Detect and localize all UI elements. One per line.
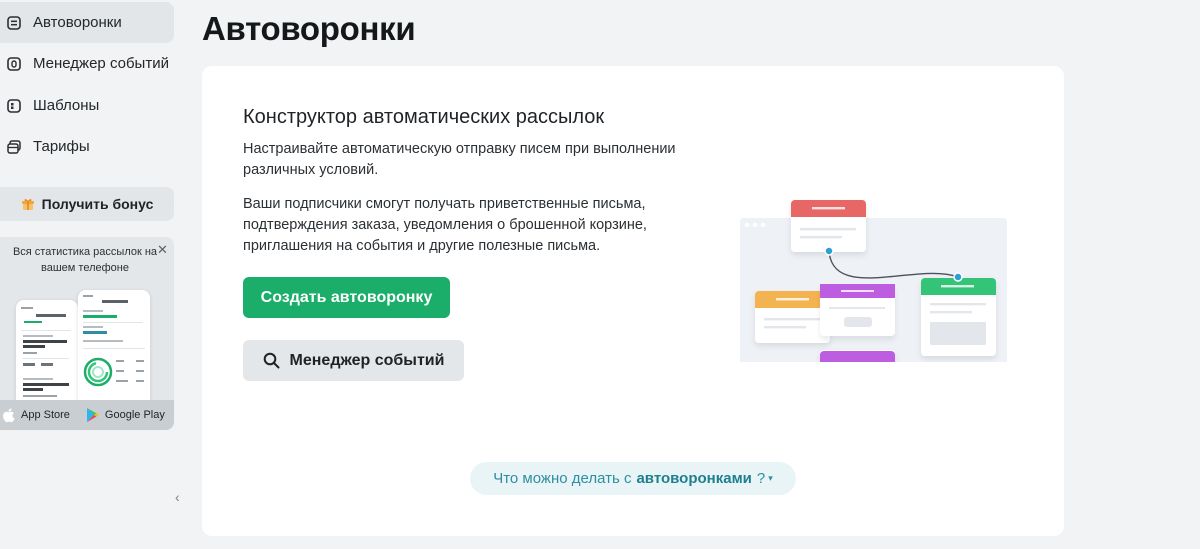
promo-text: Вся статистика рассылок на вашем телефон… xyxy=(12,246,158,274)
search-icon xyxy=(263,352,280,369)
create-autofunnel-button[interactable]: Создать автоворонку xyxy=(243,277,450,318)
help-prefix: Что можно делать с xyxy=(493,470,632,487)
store-links: App Store Google Play xyxy=(0,400,174,430)
template-icon xyxy=(7,98,21,113)
google-play-label: Google Play xyxy=(104,409,165,421)
sidebar-item-label: Автоворонки xyxy=(33,14,122,31)
funnel-icon xyxy=(7,15,21,30)
sidebar: Автоворонки Менеджер событий Шаблоны Тар… xyxy=(0,0,180,549)
chevron-down-icon: ▾ xyxy=(768,473,773,483)
help-keyword: автоворонками xyxy=(636,470,752,487)
mobile-app-promo: Вся статистика рассылок на вашем телефон… xyxy=(0,237,174,430)
card-description-2: Ваши подписчики смогут получать приветст… xyxy=(243,196,647,254)
event-icon xyxy=(7,56,21,71)
card-heading: Конструктор автоматических рассылок xyxy=(243,106,605,128)
autofunnel-intro-card: Конструктор автоматических рассылок Наст… xyxy=(202,66,1064,536)
card-icon xyxy=(7,139,21,154)
card-description-1: Настраивайте автоматическую отправку пис… xyxy=(243,141,676,178)
app-store-link[interactable]: App Store xyxy=(2,400,70,430)
app-store-label: App Store xyxy=(21,409,70,421)
help-question-mark: ? xyxy=(756,470,766,487)
create-autofunnel-label: Создать автоворонку xyxy=(260,288,433,306)
google-play-link[interactable]: Google Play xyxy=(86,400,165,430)
event-manager-button[interactable]: Менеджер событий xyxy=(243,340,464,381)
phone-screenshot-left xyxy=(16,300,78,410)
sidebar-item-templates[interactable]: Шаблоны xyxy=(0,85,174,126)
close-icon[interactable]: ✕ xyxy=(157,243,168,257)
sidebar-item-label: Менеджер событий xyxy=(33,55,169,72)
sidebar-item-autofunnels[interactable]: Автоворонки xyxy=(0,2,174,43)
google-play-icon xyxy=(86,408,99,422)
illustration-purple-card-body xyxy=(820,284,895,336)
event-manager-label: Менеджер событий xyxy=(289,351,445,369)
gift-icon xyxy=(21,199,34,210)
apple-icon xyxy=(3,408,15,423)
sidebar-item-tariffs[interactable]: Тарифы xyxy=(0,126,174,167)
collapse-sidebar-button[interactable]: ‹ xyxy=(175,489,189,505)
get-bonus-button[interactable]: Получить бонус xyxy=(0,187,174,221)
sidebar-item-event-manager[interactable]: Менеджер событий xyxy=(0,43,174,84)
get-bonus-label: Получить бонус xyxy=(41,196,154,212)
page-title: Автоворонки xyxy=(202,10,416,47)
sidebar-item-label: Шаблоны xyxy=(33,97,100,114)
sidebar-item-label: Тарифы xyxy=(33,138,90,155)
phone-screenshot-right xyxy=(78,290,150,410)
help-autofunnels-link[interactable]: Что можно делать с автоворонками ? ▾ xyxy=(470,462,796,495)
